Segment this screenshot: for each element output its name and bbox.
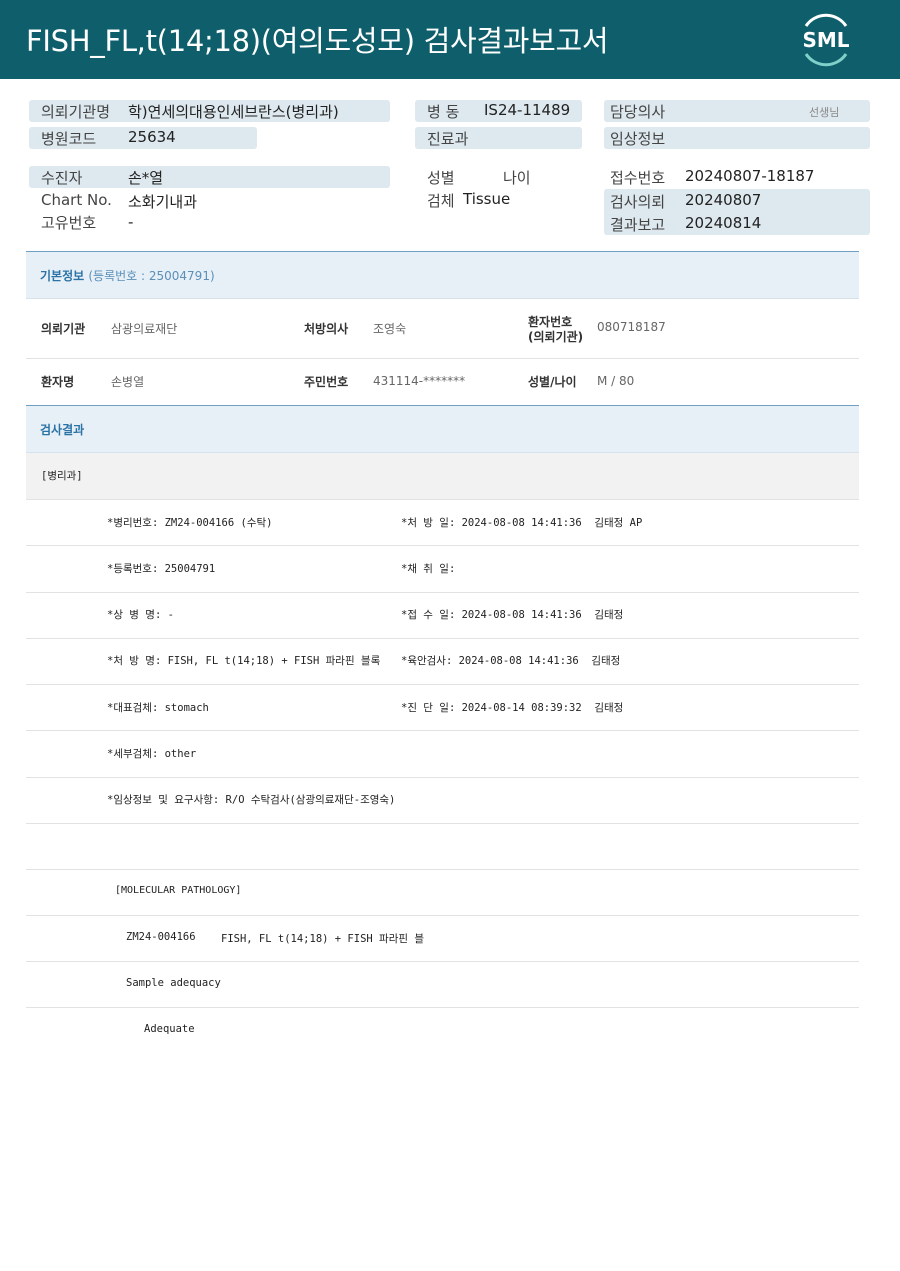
inst-label: 의뢰기관 xyxy=(41,322,86,336)
patient-value: 손*열 xyxy=(128,169,164,187)
row-divider xyxy=(26,592,859,593)
result-line: *육안검사: 2024-08-08 14:41:36 김태정 xyxy=(401,655,621,667)
result-line: *진 단 일: 2024-08-14 08:39:32 김태정 xyxy=(401,702,624,714)
molecular-test: FISH, FL t(14;18) + FISH 파라핀 블 xyxy=(221,933,424,945)
logo-text: SML xyxy=(802,28,849,52)
specimen-value: Tissue xyxy=(463,190,511,208)
row-divider xyxy=(26,1007,859,1008)
sml-logo: SML xyxy=(802,13,850,67)
sex-label: 성별 xyxy=(427,169,455,187)
hospital-code-value: 25634 xyxy=(128,128,176,146)
inst-value: 삼광의료재단 xyxy=(111,322,178,336)
row-divider xyxy=(26,684,859,685)
sample-adequacy-label: Sample adequacy xyxy=(126,977,221,989)
result-line: *처 방 일: 2024-08-08 14:41:36 김태정 AP xyxy=(401,517,643,529)
requester-label: 의뢰기관명 xyxy=(41,103,111,121)
molecular-id: ZM24-004166 xyxy=(126,931,196,943)
result-line: *세부검체: other xyxy=(107,748,197,760)
row-divider xyxy=(26,869,859,870)
result-line: *처 방 명: FISH, FL t(14;18) + FISH 파라핀 블록 xyxy=(107,655,381,667)
ward-value: IS24-11489 xyxy=(484,101,571,119)
clinical-label: 임상정보 xyxy=(610,130,666,148)
result-line: *상 병 명: - xyxy=(107,609,174,621)
result-line: *임상정보 및 요구사항: R/O 수탁검사(삼광의료재단-조영숙) xyxy=(107,794,396,806)
patient-no-label-2: (의뢰기관) xyxy=(528,330,584,344)
registration-number: (등록번호 : 25004791) xyxy=(88,269,215,283)
result-line: *병리번호: ZM24-004166 (수탁) xyxy=(107,517,273,529)
patient-label: 수진자 xyxy=(41,169,83,187)
report-date-value: 20240814 xyxy=(685,214,762,232)
row-divider xyxy=(26,823,859,824)
dept-label: 진료과 xyxy=(427,130,469,148)
chart-label: Chart No. xyxy=(41,191,112,209)
row-divider xyxy=(26,961,859,962)
report-title: FISH_FL,t(14;18)(여의도성모) 검사결과보고서 xyxy=(26,24,609,58)
basic-info-title-text: 기본정보 xyxy=(40,269,85,283)
patient-no-value: 080718187 xyxy=(597,320,666,334)
patient-box xyxy=(29,166,390,188)
presc-label: 처방의사 xyxy=(304,322,349,336)
dept-tag: [병리과] xyxy=(41,470,83,482)
result-line: *접 수 일: 2024-08-08 14:41:36 김태정 xyxy=(401,609,624,621)
dept-band xyxy=(26,453,859,499)
row-divider xyxy=(26,358,859,359)
doctor-suffix: 선생님 xyxy=(809,106,840,119)
row-divider xyxy=(26,730,859,731)
age-label: 나이 xyxy=(503,169,531,187)
ward-label: 병 동 xyxy=(427,103,460,121)
report-header: FISH_FL,t(14;18)(여의도성모) 검사결과보고서 SML xyxy=(0,0,900,79)
row-divider xyxy=(26,915,859,916)
name-value: 손병열 xyxy=(111,375,145,389)
receipt-label: 접수번호 xyxy=(610,169,666,187)
sexage-label: 성별/나이 xyxy=(528,375,577,389)
sexage-value: M / 80 xyxy=(597,374,635,388)
result-header: 검사결과 xyxy=(26,405,859,453)
unique-value: - xyxy=(128,213,134,231)
request-date-value: 20240807 xyxy=(685,191,762,209)
basic-info-title: 기본정보 (등록번호 : 25004791) xyxy=(40,267,215,284)
name-label: 환자명 xyxy=(41,375,75,389)
presc-value: 조영숙 xyxy=(373,322,407,336)
report-date-label: 결과보고 xyxy=(610,216,666,234)
result-line: *대표검체: stomach xyxy=(107,702,209,714)
request-date-label: 검사의뢰 xyxy=(610,193,666,211)
result-line: *채 취 일: xyxy=(401,563,456,575)
sample-adequacy-value: Adequate xyxy=(144,1023,195,1035)
doctor-label: 담당의사 xyxy=(610,103,666,121)
result-line: *등록번호: 25004791 xyxy=(107,563,216,575)
basic-info-header: 기본정보 (등록번호 : 25004791) xyxy=(26,251,859,299)
chart-value: 소화기내과 xyxy=(128,193,198,211)
rrn-label: 주민번호 xyxy=(304,375,349,389)
row-divider xyxy=(26,499,859,500)
hospital-code-label: 병원코드 xyxy=(41,130,97,148)
result-title: 검사결과 xyxy=(40,423,85,437)
unique-label: 고유번호 xyxy=(41,214,97,232)
row-divider xyxy=(26,777,859,778)
molecular-pathology-title: [MOLECULAR PATHOLOGY] xyxy=(115,885,242,896)
requester-value: 학)연세의대용인세브란스(병리과) xyxy=(128,103,339,121)
specimen-label: 검체 xyxy=(427,192,455,210)
rrn-value: 431114-******* xyxy=(373,374,466,388)
row-divider xyxy=(26,545,859,546)
receipt-value: 20240807-18187 xyxy=(685,167,815,185)
row-divider xyxy=(26,638,859,639)
